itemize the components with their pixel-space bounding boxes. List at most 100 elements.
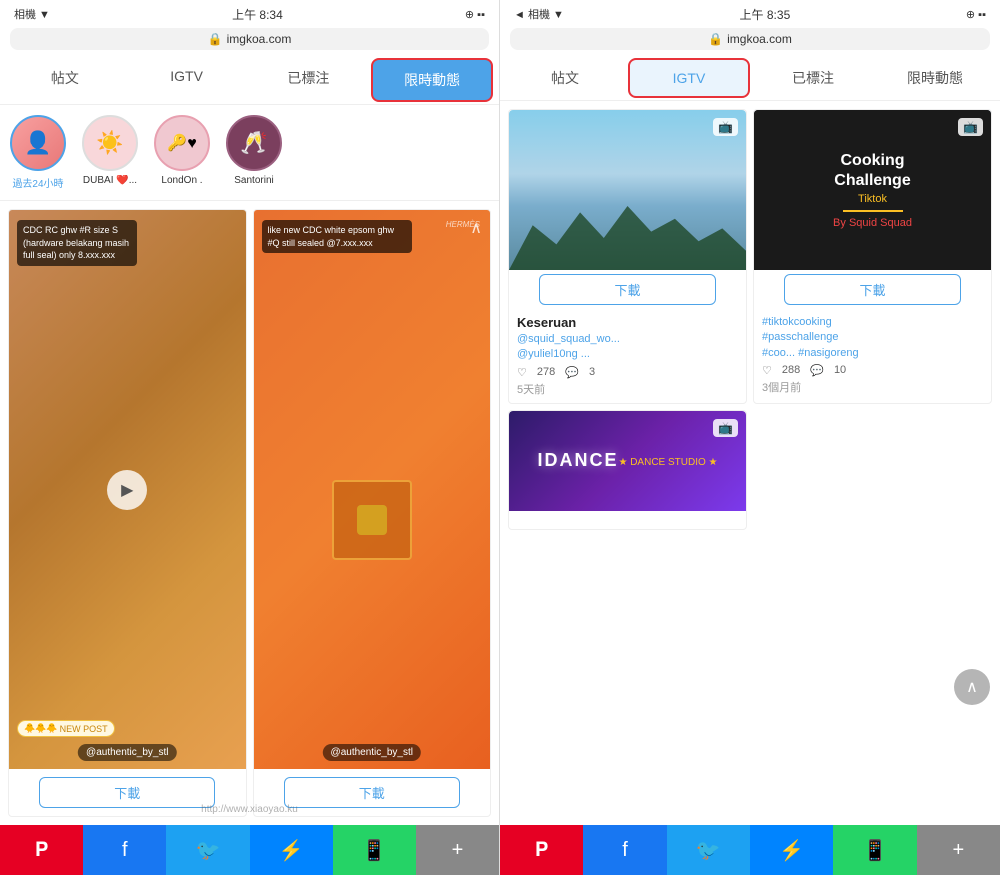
igtv-sub-1: @squid_squad_wo...@yuliel10ng ...: [517, 332, 738, 363]
cooking-tiktok: Tiktok: [858, 193, 887, 205]
bag-visual: [332, 480, 412, 560]
igtv-subtitle-2: #tiktokcooking#passchallenge#coo... #nas…: [762, 316, 859, 359]
left-tab-bar: 帖文 IGTV 已標注 限時動態: [0, 56, 499, 105]
post-text-2: like new CDC white epsom ghw #Q still se…: [262, 220, 412, 253]
right-whatsapp-icon: 📱: [863, 838, 888, 863]
share-whatsapp-left[interactable]: 📱: [333, 825, 416, 875]
story-avatar-recent: 👤: [10, 115, 66, 171]
story-label-recent: 過去24小時: [12, 175, 63, 190]
post-image-2: HERMÈS like new CDC white epsom ghw #Q s…: [254, 210, 491, 769]
igtv-likes-icon-1: ♡: [517, 366, 527, 379]
twitter-icon: 🐦: [195, 838, 220, 863]
share-facebook-left[interactable]: f: [83, 825, 166, 875]
igtv-time-1: 5天前: [517, 381, 738, 397]
left-status-bar: 相機 ▼ 上午 8:34 ⊕ ▪▪: [0, 0, 499, 28]
right-address-bar[interactable]: 🔒 imgkoa.com: [510, 28, 990, 50]
story-avatar-santorini: 🥂: [226, 115, 282, 171]
right-status-right: ⊕ ▪▪: [966, 8, 986, 21]
tab-tagged-right[interactable]: 已標注: [754, 58, 872, 98]
share-twitter-right[interactable]: 🐦: [667, 825, 750, 875]
igtv-thumb-3: IDANCE ★ DANCE STUDIO ★ 📺: [509, 411, 746, 511]
download-button-1[interactable]: 下載: [39, 777, 215, 808]
tab-posts-right[interactable]: 帖文: [506, 58, 624, 98]
igtv-likes-icon-2: ♡: [762, 364, 772, 377]
story-avatar-london: 🔑♥: [154, 115, 210, 171]
cooking-by: By Squid Squad: [833, 217, 912, 229]
share-facebook-right[interactable]: f: [583, 825, 666, 875]
tab-igtv-left[interactable]: IGTV: [128, 58, 246, 102]
share-whatsapp-right[interactable]: 📱: [833, 825, 916, 875]
play-button-1[interactable]: ▶: [107, 470, 147, 510]
trees-silhouette: [509, 206, 746, 270]
igtv-comments-icon-2: 💬: [810, 364, 824, 377]
tab-tagged-left[interactable]: 已標注: [250, 58, 368, 102]
download-button-2[interactable]: 下載: [284, 777, 460, 808]
right-url: imgkoa.com: [727, 32, 792, 46]
igtv-comments-icon-1: 💬: [565, 366, 579, 379]
post-image-1: CDC RC ghw #R size S (hardware belakang …: [9, 210, 246, 769]
right-lock-icon: 🔒: [708, 32, 723, 46]
story-item-santorini[interactable]: 🥂 Santorini: [224, 115, 284, 190]
share-twitter-left[interactable]: 🐦: [166, 825, 249, 875]
story-item-recent[interactable]: 👤 過去24小時: [8, 115, 68, 190]
share-messenger-left[interactable]: ⚡: [250, 825, 333, 875]
igtv-download-btn-1[interactable]: 下載: [539, 274, 716, 305]
left-address-bar[interactable]: 🔒 imgkoa.com: [10, 28, 489, 50]
story-item-london[interactable]: 🔑♥ LondOn .: [152, 115, 212, 190]
right-status-left: ◄ 相機 ▼: [514, 6, 564, 22]
left-stories-row: 👤 過去24小時 ☀️ DUBAI ❤️... 🔑♥ LondOn . 🥂 Sa…: [0, 105, 499, 201]
whatsapp-icon: 📱: [362, 838, 387, 863]
left-watermark: http://www.xiaoyao.ku: [201, 804, 298, 815]
igtv-download-btn-2[interactable]: 下載: [784, 274, 961, 305]
right-battery: ⊕ ▪▪: [966, 8, 986, 21]
igtv-thumb-2: CookingChallenge Tiktok By Squid Squad 📺: [754, 110, 991, 270]
messenger-icon: ⚡: [279, 838, 304, 863]
igtv-sub-2: #tiktokcooking#passchallenge#coo... #nas…: [762, 315, 983, 361]
left-url: imgkoa.com: [227, 32, 292, 46]
igtv-comments-2: 10: [834, 364, 846, 377]
lock-icon: 🔒: [208, 32, 223, 46]
tab-posts-left[interactable]: 帖文: [6, 58, 124, 102]
post-card-1: CDC RC ghw #R size S (hardware belakang …: [8, 209, 247, 817]
left-time: 上午 8:34: [232, 6, 283, 23]
share-more-right[interactable]: +: [917, 825, 1000, 875]
left-status-right: ⊕ ▪▪: [465, 8, 485, 21]
buckle-visual: [357, 505, 387, 535]
story-avatar-dubai: ☀️: [82, 115, 138, 171]
dance-text: IDANCE: [537, 450, 618, 471]
left-status-left: 相機 ▼: [14, 6, 50, 22]
igtv-title-1: Keseruan: [517, 315, 738, 330]
scroll-up-button[interactable]: ∧: [954, 669, 990, 705]
right-time: 上午 8:35: [740, 6, 791, 23]
share-messenger-right[interactable]: ⚡: [750, 825, 833, 875]
share-pinterest-left[interactable]: 𝐏: [0, 825, 83, 875]
right-phone-panel: ◄ 相機 ▼ 上午 8:35 ⊕ ▪▪ 🔒 imgkoa.com 帖文 IGTV…: [500, 0, 1000, 875]
left-share-bar: 𝐏 f 🐦 ⚡ 📱 +: [0, 825, 499, 875]
facebook-icon: f: [122, 839, 128, 862]
share-more-left[interactable]: +: [416, 825, 499, 875]
tab-igtv-right[interactable]: IGTV: [628, 58, 750, 98]
right-more-icon: +: [952, 839, 964, 862]
igtv-comments-1: 3: [589, 366, 595, 379]
share-pinterest-right[interactable]: 𝐏: [500, 825, 583, 875]
new-post-label: NEW POST: [60, 724, 108, 734]
tab-stories-right[interactable]: 限時動態: [876, 58, 994, 98]
igtv-badge-3: 📺: [713, 419, 738, 437]
igtv-badge-1: 📺: [713, 118, 738, 136]
igtv-grid: 📺 下載 Keseruan @squid_squad_wo...@yuliel1…: [500, 101, 1000, 825]
cooking-overlay: CookingChallenge Tiktok By Squid Squad: [754, 110, 991, 270]
post-username-1: @authentic_by_stl: [78, 744, 176, 761]
up-arrow-icon: ∧: [470, 218, 482, 238]
story-item-dubai[interactable]: ☀️ DUBAI ❤️...: [80, 115, 140, 190]
igtv-download-wrap-2: 下載: [754, 270, 991, 309]
left-camera-label: 相機 ▼: [14, 6, 50, 22]
igtv-likes-2: 288: [782, 364, 800, 377]
right-status-bar: ◄ 相機 ▼ 上午 8:35 ⊕ ▪▪: [500, 0, 1000, 28]
igtv-time-2: 3個月前: [762, 379, 983, 395]
igtv-subtitle-1: @squid_squad_wo...@yuliel10ng ...: [517, 333, 620, 360]
tab-stories-left[interactable]: 限時動態: [371, 58, 493, 102]
igtv-info-2: #tiktokcooking#passchallenge#coo... #nas…: [754, 309, 991, 401]
igtv-card-2: CookingChallenge Tiktok By Squid Squad 📺…: [753, 109, 992, 404]
right-share-bar: 𝐏 f 🐦 ⚡ 📱 +: [500, 825, 1000, 875]
cooking-title: CookingChallenge: [834, 151, 910, 189]
